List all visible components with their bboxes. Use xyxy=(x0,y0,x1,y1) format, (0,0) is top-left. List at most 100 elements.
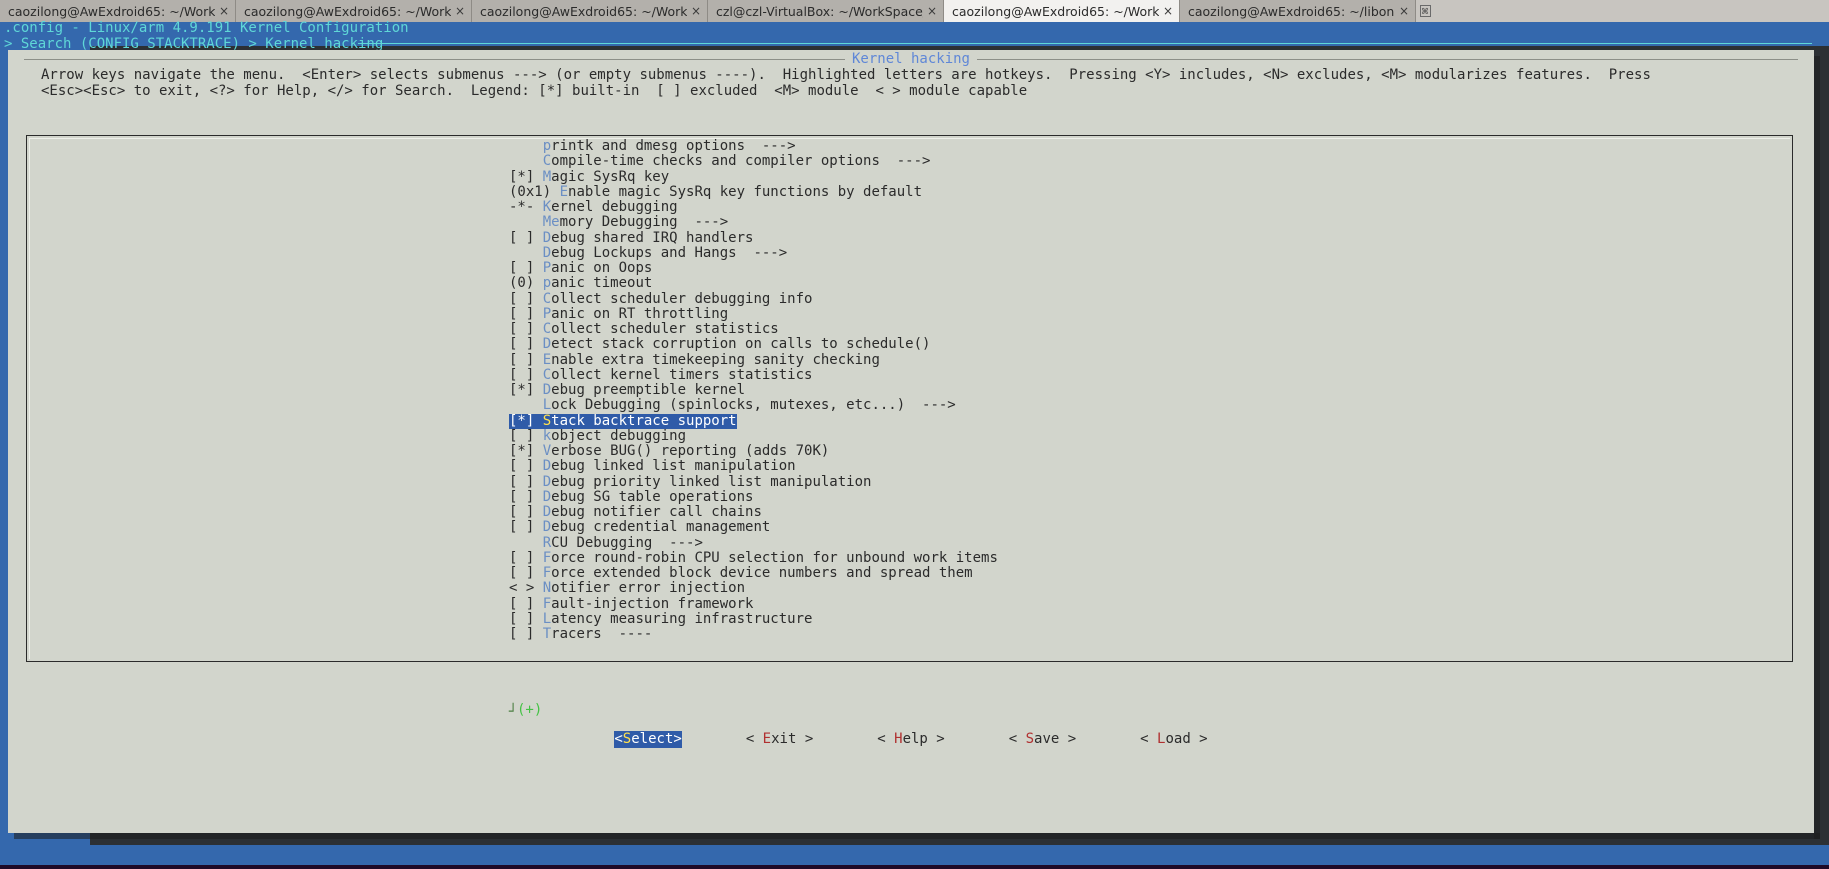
menu-item-hotkey: M xyxy=(542,168,552,185)
button-bracket-left: < xyxy=(1008,731,1026,747)
menu-item[interactable]: Debug Lockups and Hangs ---> xyxy=(8,244,1814,261)
button-hotkey: E xyxy=(762,731,772,747)
terminal-tab-title: caozilong@AwExdroid65: ~/WorkSp... xyxy=(480,3,687,19)
close-icon[interactable]: × xyxy=(1159,4,1173,18)
menu-item-marker: [ ] xyxy=(509,229,543,246)
menu-item[interactable]: [ ] Collect scheduler debugging info xyxy=(8,290,1814,307)
menu-item-list[interactable]: printk and dmesg options ---> Compile-ti… xyxy=(8,138,1814,642)
menu-item-label: ebug Lockups and Hangs ---> xyxy=(551,244,788,261)
menu-item[interactable]: [ ] Latency measuring infrastructure xyxy=(8,610,1814,627)
menu-item-marker: [ ] xyxy=(509,549,543,566)
menu-item-marker: [ ] xyxy=(509,260,543,276)
button-label: xit > xyxy=(771,731,814,747)
menu-item[interactable]: < > Notifier error injection xyxy=(8,581,1814,596)
menu-item-label: ebug notifier call chains xyxy=(551,504,762,520)
menu-item-label: anic on RT throttling xyxy=(551,305,729,322)
menu-item-marker: [ ] xyxy=(509,336,543,353)
button-label: oad > xyxy=(1165,731,1208,747)
menu-item-hotkey: D xyxy=(542,473,552,490)
tab-menu-button[interactable]: ⌘ xyxy=(1416,0,1434,22)
menu-item[interactable]: [ ] Debug SG table operations xyxy=(8,488,1814,505)
button-row[interactable]: <Select> < Exit > < Help > < Save > < Load > xyxy=(8,731,1814,748)
menu-item-label: atency measuring infrastructure xyxy=(551,610,813,627)
menu-item[interactable]: RCU Debugging ---> xyxy=(8,534,1814,551)
menu-item[interactable]: printk and dmesg options ---> xyxy=(8,138,1814,154)
menu-item-marker xyxy=(509,138,543,154)
terminal-tab[interactable]: czl@czl-VirtualBox: ~/WorkSpace/li... × xyxy=(708,0,944,22)
menu-item[interactable]: [*] Magic SysRq key xyxy=(8,168,1814,185)
menu-item[interactable]: [ ] Panic on RT throttling xyxy=(8,305,1814,322)
menu-item-marker: [ ] xyxy=(509,488,543,505)
scroll-more-indicator: (+) xyxy=(517,702,543,718)
menu-item-hotkey: P xyxy=(542,260,552,276)
menu-item-marker: [ ] xyxy=(509,427,543,444)
menu-item-marker: [ ] xyxy=(509,321,543,337)
menu-item-label: ompile-time checks and compiler options … xyxy=(551,153,931,170)
button-help[interactable]: < Help > xyxy=(877,731,944,748)
menu-item[interactable]: [ ] Debug priority linked list manipulat… xyxy=(8,473,1814,490)
terminal-tab[interactable]: caozilong@AwExdroid65: ~/WorkSp...× xyxy=(0,0,236,22)
menu-item-marker: [ ] xyxy=(509,351,543,368)
menu-item-hotkey: Me xyxy=(542,214,560,231)
menu-item[interactable]: [ ] Fault-injection framework xyxy=(8,596,1814,612)
menu-item-label: ebug linked list manipulation xyxy=(551,458,796,475)
menu-item-hotkey: F xyxy=(542,549,552,566)
menu-item-marker: [ ] xyxy=(509,473,543,490)
menu-item[interactable]: Compile-time checks and compiler options… xyxy=(8,154,1814,169)
menu-item-selected[interactable]: [*] Stack backtrace support xyxy=(509,412,737,429)
menu-item[interactable]: [ ] Debug linked list manipulation xyxy=(8,459,1814,474)
terminal-tab[interactable]: caozilong@AwExdroid65: ~/libonnx × xyxy=(1180,0,1416,22)
menu-item-label: ollect kernel timers statistics xyxy=(551,366,813,383)
menu-item[interactable]: Memory Debugging ---> xyxy=(8,215,1814,230)
menu-item[interactable]: [*] Verbose BUG() reporting (adds 70K) xyxy=(8,443,1814,459)
menu-item[interactable]: [ ] Debug notifier call chains xyxy=(8,504,1814,520)
menu-item-label: ollect scheduler debugging info xyxy=(551,290,813,307)
button-exit[interactable]: < Exit > xyxy=(746,731,813,748)
menu-item[interactable]: [*] Debug preemptible kernel xyxy=(8,382,1814,398)
terminal-tab-title: caozilong@AwExdroid65: ~/WorkSp... xyxy=(952,3,1159,19)
menu-item-hotkey: C xyxy=(542,290,552,307)
menu-item-hotkey: D xyxy=(542,458,552,475)
menu-item-label: ebug priority linked list manipulation xyxy=(551,473,872,490)
menu-item-marker: (0) xyxy=(509,275,543,292)
menu-item[interactable]: (0) panic timeout xyxy=(8,276,1814,291)
menu-item-label: orce round-robin CPU selection for unbou… xyxy=(551,549,998,566)
terminal-tab-title: caozilong@AwExdroid65: ~/WorkSp... xyxy=(8,3,215,19)
menu-item-label: ebug shared IRQ handlers xyxy=(551,229,754,246)
menu-item-label: CU Debugging ---> xyxy=(551,534,703,551)
button-load[interactable]: < Load > xyxy=(1140,731,1207,748)
menu-item-hotkey: F xyxy=(542,565,552,581)
terminal-tab[interactable]: caozilong@AwExdroid65: ~/WorkSp...× xyxy=(472,0,708,22)
menu-item-hotkey: D xyxy=(542,229,552,246)
dialog-shadow-bottom xyxy=(14,833,1820,839)
terminal-tab-active[interactable]: caozilong@AwExdroid65: ~/WorkSp...× xyxy=(944,0,1180,22)
menu-item-marker xyxy=(509,397,543,413)
button-save[interactable]: < Save > xyxy=(1009,731,1076,748)
close-icon[interactable]: × xyxy=(1395,4,1409,18)
button-select[interactable]: <Select> xyxy=(614,731,682,748)
menu-item-label: tack backtrace support xyxy=(551,412,737,429)
close-icon[interactable]: × xyxy=(687,4,701,18)
menu-item[interactable]: [ ] Force round-robin CPU selection for … xyxy=(8,549,1814,566)
terminal-tab-title: caozilong@AwExdroid65: ~/libonnx xyxy=(1188,3,1395,19)
menu-item[interactable]: Lock Debugging (spinlocks, mutexes, etc.… xyxy=(8,398,1814,413)
menu-item[interactable]: -*- Kernel debugging xyxy=(8,199,1814,215)
menu-item[interactable]: [ ] Panic on Oops xyxy=(8,260,1814,276)
close-icon[interactable]: × xyxy=(923,4,937,18)
menu-item[interactable]: [ ] Detect stack corruption on calls to … xyxy=(8,337,1814,352)
menu-item[interactable]: [ ] Debug credential management xyxy=(8,520,1814,535)
menu-item-label: ernel debugging xyxy=(551,199,678,215)
menu-item[interactable]: [ ] Tracers ---- xyxy=(8,626,1814,642)
menu-item[interactable]: [ ] Force extended block device numbers … xyxy=(8,565,1814,581)
menu-item[interactable]: [ ] Collect scheduler statistics xyxy=(8,321,1814,337)
menu-item[interactable]: [ ] Enable extra timekeeping sanity chec… xyxy=(8,351,1814,368)
menu-item[interactable]: (0x1) Enable magic SysRq key functions b… xyxy=(8,184,1814,200)
menu-item[interactable]: [ ] Collect kernel timers statistics xyxy=(8,366,1814,383)
close-icon[interactable]: × xyxy=(215,4,229,18)
menu-item-hotkey: D xyxy=(542,519,552,536)
menu-item[interactable]: [ ] kobject debugging xyxy=(8,427,1814,444)
terminal-tab[interactable]: caozilong@AwExdroid65: ~/WorkSp...× xyxy=(236,0,472,22)
close-icon[interactable]: × xyxy=(451,4,465,18)
menu-item[interactable]: [ ] Debug shared IRQ handlers xyxy=(8,229,1814,246)
menu-item-label: anic on Oops xyxy=(551,260,653,276)
